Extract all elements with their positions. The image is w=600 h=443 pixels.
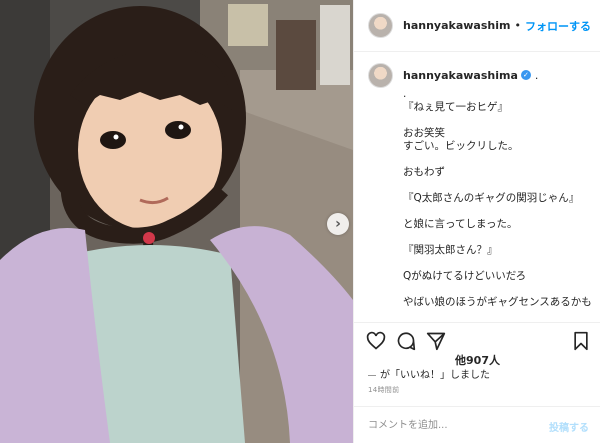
caption-gap: [403, 179, 600, 192]
post-photo[interactable]: ›: [0, 0, 353, 443]
caption-line: Qがぬけてるけどいいだろ: [403, 270, 527, 282]
caption-line: おお笑笑: [403, 127, 445, 139]
post-header: hannyakawashim • フォローする: [354, 0, 600, 52]
post-sidebar: hannyakawashim • フォローする hannyakawashima …: [353, 0, 600, 443]
liked-by-placeholder: [368, 374, 376, 376]
chevron-right-icon: ›: [335, 216, 341, 232]
caption-gap: [403, 153, 600, 166]
caption-line: 『Q太郎さんのギャグの関羽じゃん』: [403, 192, 580, 204]
photo-illustration: [0, 0, 353, 443]
separator-dot: •: [514, 19, 521, 32]
verified-badge-icon: ✓: [520, 70, 531, 80]
comment-icon[interactable]: [396, 331, 416, 351]
next-photo-button[interactable]: ›: [327, 213, 349, 235]
liked-by-line: が「いいね！」しました: [368, 366, 490, 381]
caption-username[interactable]: hannyakawashima: [403, 69, 518, 82]
caption-line: すごい。ビックリした。: [403, 140, 519, 152]
avatar[interactable]: [368, 13, 393, 38]
caption-line: やばい娘のほうがギャグセンスあるかも: [403, 296, 592, 308]
caption-line: 『ねぇ見て一おヒゲ』: [403, 101, 508, 113]
caption-gap: [403, 283, 600, 296]
caption-trail: .: [534, 68, 539, 82]
post-comment-button[interactable]: 投稿する: [549, 419, 589, 434]
header-username[interactable]: hannyakawashim: [403, 19, 510, 32]
caption-line: 『関羽太郎さん？』: [403, 244, 498, 256]
caption-line: おもわず: [403, 166, 445, 178]
liked-by-text: が「いいね！」しました: [380, 370, 490, 381]
caption-line: と娘に言ってしまった。: [403, 218, 518, 230]
caption-lines: . 『ねぇ見て一おヒゲ』 おお笑笑 すごい。ビックリした。 おもわず 『Q太郎さ…: [403, 88, 600, 309]
caption-line: .: [403, 88, 407, 100]
caption-gap: [403, 231, 600, 244]
caption-header: hannyakawashima ✓ .: [368, 62, 600, 88]
caption-gap: [403, 114, 600, 127]
comment-composer: 投稿する: [354, 406, 600, 443]
post-timestamp[interactable]: 14時間前: [368, 385, 399, 395]
caption-gap: [403, 205, 600, 218]
comment-input[interactable]: [368, 417, 528, 433]
caption-avatar[interactable]: [368, 62, 393, 88]
heart-icon[interactable]: [366, 331, 386, 351]
follow-button[interactable]: フォローする: [525, 18, 591, 34]
paper-plane-icon[interactable]: [426, 331, 446, 351]
bookmark-icon[interactable]: [571, 331, 591, 351]
post-caption: hannyakawashima ✓ . . 『ねぇ見て一おヒゲ』 おお笑笑 すご…: [354, 62, 600, 317]
caption-gap: [403, 257, 600, 270]
